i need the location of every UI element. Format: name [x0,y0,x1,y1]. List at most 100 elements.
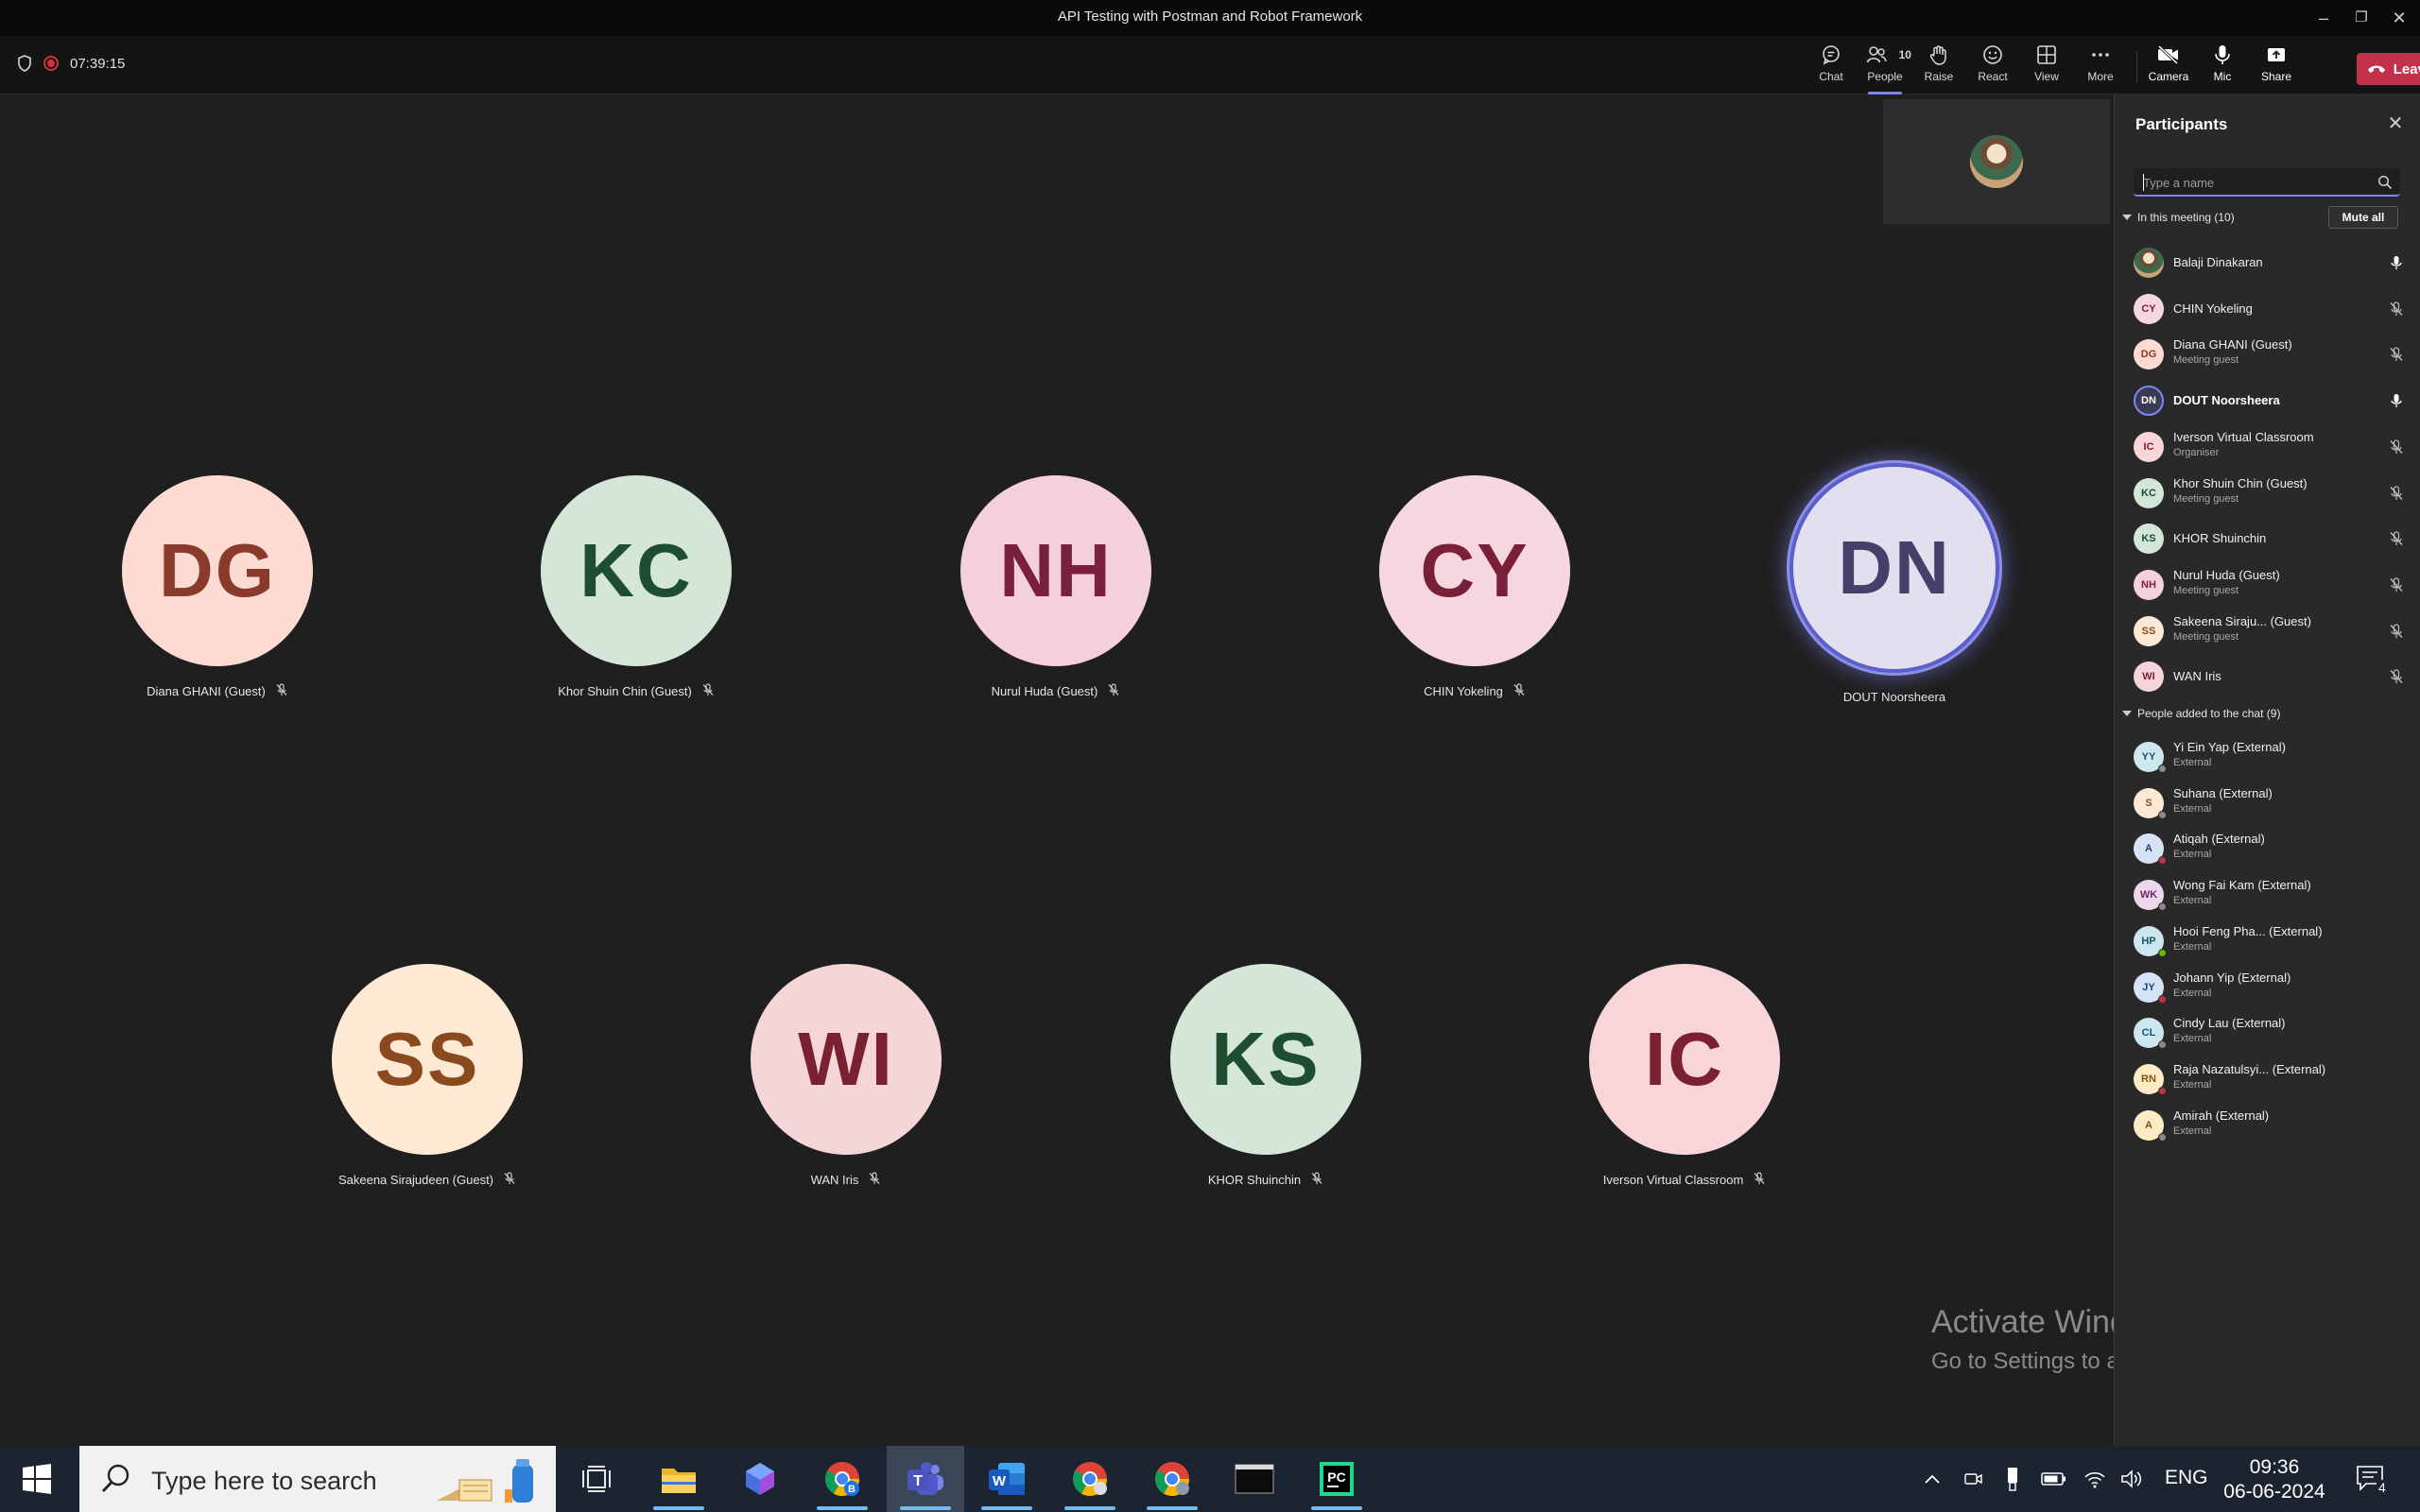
pycharm-button[interactable]: PC [1298,1446,1375,1512]
participant-tile[interactable]: DN DOUT Noorsheera [1781,463,2008,704]
close-icon[interactable]: ✕ [2380,0,2418,36]
participant-row[interactable]: YY Yi Ein Yap (External) External [2115,730,2420,776]
volume-icon[interactable] [2116,1446,2148,1512]
participant-row[interactable]: Balaji Dinakaran [2115,236,2420,282]
participant-row[interactable]: A Atiqah (External) External [2115,822,2420,868]
terminal-button[interactable] [1216,1446,1293,1512]
added-header-label: People added to the chat (9) [2137,707,2281,720]
participant-row[interactable]: HP Hooi Feng Pha... (External) External [2115,915,2420,960]
raise-label: Raise [1924,70,1954,83]
mic-icon[interactable] [2389,255,2404,270]
mic-button[interactable]: Mic [2196,43,2249,89]
wifi-icon[interactable] [2079,1446,2111,1512]
mic-label: Mic [2213,70,2232,83]
participant-row[interactable]: A Amirah (External) External [2115,1099,2420,1144]
in-meeting-section-header[interactable]: In this meeting (10) [2122,211,2235,224]
tray-overflow-icon[interactable] [1916,1446,1948,1512]
participant-tile[interactable]: NH Nurul Huda (Guest) [942,475,1169,699]
mic-off-icon[interactable] [2389,485,2404,501]
windows-start-icon[interactable] [21,1463,53,1495]
task-view-button[interactable] [558,1446,635,1512]
added-section-header[interactable]: People added to the chat (9) [2122,707,2280,720]
input-language-indicator[interactable]: ENG [2165,1467,2208,1489]
teams-button[interactable]: T [887,1446,964,1512]
participant-row[interactable]: WK Wong Fai Kam (External) External [2115,868,2420,914]
taskbar-search[interactable]: Type here to search [79,1446,556,1512]
raise-button[interactable]: Raise [1912,43,1965,89]
chrome-profile-button[interactable] [1133,1446,1211,1512]
participant-name: Iverson Virtual Classroom [2173,429,2314,444]
mic-off-icon [1310,1172,1323,1188]
copilot-button[interactable] [721,1446,799,1512]
participant-role: External [2173,802,2212,815]
mic-off-icon[interactable] [2389,577,2404,593]
more-button[interactable]: More [2074,43,2127,89]
camera-button[interactable]: Camera [2142,43,2195,89]
self-video-preview[interactable] [1883,99,2110,224]
mic-off-icon[interactable] [2389,301,2404,317]
mic-off-icon[interactable] [2389,531,2404,546]
participant-search[interactable] [2134,168,2400,197]
participant-row[interactable]: S Suhana (External) External [2115,777,2420,822]
participant-role: External [2173,757,2212,768]
copilot-icon [746,1463,774,1495]
taskbar-clock[interactable]: 09:36 06-06-2024 [2218,1455,2331,1504]
chrome-b-button[interactable]: B [804,1446,881,1512]
participant-row[interactable]: JY Johann Yip (External) External [2115,961,2420,1006]
mute-all-button[interactable]: Mute all [2328,206,2398,229]
participant-row[interactable]: CY CHIN Yokeling [2115,283,2420,328]
running-indicator [1311,1506,1362,1510]
battery-icon[interactable] [2038,1446,2070,1512]
participant-row[interactable]: IC Iverson Virtual Classroom Organiser [2115,421,2420,466]
participant-row[interactable]: KC Khor Shuin Chin (Guest) Meeting guest [2115,467,2420,512]
restore-icon[interactable]: ❐ [2342,0,2380,36]
participant-tile[interactable]: CY CHIN Yokeling [1361,475,1588,699]
mic-off-icon[interactable] [2389,669,2404,684]
participant-row[interactable]: RN Raja Nazatulsyi... (External) External [2115,1053,2420,1098]
mic-icon[interactable] [2389,393,2404,408]
mic-off-icon[interactable] [2389,623,2404,639]
meet-now-icon[interactable] [1958,1446,1990,1512]
participant-tile[interactable]: IC Iverson Virtual Classroom [1571,964,1798,1188]
participant-name: KHOR Shuinchin [2173,531,2267,546]
mic-off-icon[interactable] [2389,347,2404,362]
participant-row[interactable]: DG Diana GHANI (Guest) Meeting guest [2115,328,2420,373]
camera-label: Camera [2148,70,2189,83]
participant-name: Khor Shuin Chin (Guest) [2173,475,2308,490]
close-icon[interactable]: ✕ [2385,113,2406,134]
participant-tile[interactable]: KC Khor Shuin Chin (Guest) [523,475,750,699]
react-button[interactable]: React [1966,43,2019,89]
people-icon [1867,46,1888,63]
minimize-icon[interactable]: – [2305,0,2342,36]
participant-row[interactable]: WI WAN Iris [2115,650,2420,696]
participant-avatar: IC [2134,431,2164,462]
chat-button[interactable]: Chat [1805,43,1858,89]
participant-row[interactable]: NH Nurul Huda (Guest) Meeting guest [2115,558,2420,604]
participant-name: Cindy Lau (External) [2173,1016,2286,1031]
participant-role: External [2173,1033,2212,1045]
participant-tile[interactable]: WI WAN Iris [733,964,959,1188]
mic-off-icon[interactable] [2389,439,2404,455]
leave-button[interactable]: Leave [2357,53,2420,85]
share-button[interactable]: Share [2250,43,2303,89]
participant-tile[interactable]: SS Sakeena Sirajudeen (Guest) [314,964,541,1188]
search-icon [101,1464,130,1492]
self-avatar [1970,135,2023,188]
chrome-button[interactable] [1051,1446,1129,1512]
word-button[interactable]: W [968,1446,1046,1512]
participant-tile[interactable]: KS KHOR Shuinchin [1152,964,1379,1188]
notifications-button[interactable]: 4 [2348,1446,2395,1512]
view-button[interactable]: View [2020,43,2073,89]
participant-tile[interactable]: DG Diana GHANI (Guest) [104,475,331,699]
participant-row[interactable]: SS Sakeena Siraju... (Guest) Meeting guest [2115,605,2420,650]
leave-label: Leave [2393,60,2420,77]
meeting-stage [0,94,2114,1446]
participant-row[interactable]: KS KHOR Shuinchin [2115,512,2420,558]
participant-row[interactable]: CL Cindy Lau (External) External [2115,1006,2420,1052]
participant-row[interactable]: DN DOUT Noorsheera [2115,374,2420,420]
usb-drive-icon[interactable] [1996,1446,2029,1512]
panel-title: Participants [2135,115,2228,133]
participant-search-input[interactable] [2143,172,2360,193]
file-explorer-button[interactable] [640,1446,717,1512]
people-button[interactable]: 10 People [1858,43,1911,94]
